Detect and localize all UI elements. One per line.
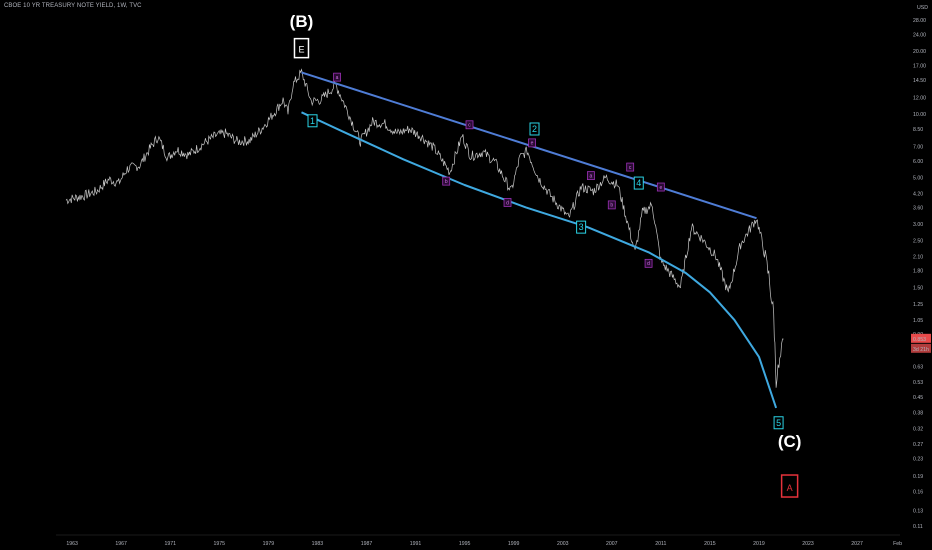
x-tick-label: 1999 bbox=[508, 541, 520, 547]
y-tick-label: 1.50 bbox=[913, 285, 923, 291]
y-tick-label: 14.50 bbox=[913, 78, 926, 84]
y-tick-label: 3.60 bbox=[913, 205, 923, 211]
x-tick-label: 1983 bbox=[312, 541, 324, 547]
y-tick-label: 0.45 bbox=[913, 395, 923, 401]
y-tick-label: 4.20 bbox=[913, 191, 923, 197]
y-tick-label: 2.50 bbox=[913, 239, 923, 245]
y-tick-label: 0.16 bbox=[913, 490, 923, 496]
x-tick-label: 1987 bbox=[361, 541, 373, 547]
wave-c-label: (C) bbox=[778, 432, 802, 451]
x-tick-label: 1975 bbox=[214, 541, 226, 547]
impulse-label: 4 bbox=[636, 178, 641, 188]
y-tick-label: 0.23 bbox=[913, 456, 923, 462]
last-price-text: 0.853 bbox=[913, 337, 926, 343]
y-tick-label: 0.11 bbox=[913, 524, 923, 530]
wave-b-label: (B) bbox=[290, 12, 314, 31]
wave-e-label: E bbox=[298, 45, 304, 55]
x-tick-label: 1971 bbox=[164, 541, 176, 547]
y-tick-label: 0.38 bbox=[913, 411, 923, 417]
subwave-label: a bbox=[336, 75, 339, 81]
x-tick-label: 2011 bbox=[655, 541, 666, 547]
impulse-label: 5 bbox=[776, 418, 781, 428]
x-tick-label: 2003 bbox=[557, 541, 569, 547]
y-tick-label: 1.80 bbox=[913, 269, 923, 275]
x-tick-label: 2015 bbox=[704, 541, 716, 547]
x-tick-label: Feb bbox=[893, 541, 902, 547]
x-tick-label: 2027 bbox=[851, 541, 863, 547]
impulse-label: 3 bbox=[579, 222, 584, 232]
y-tick-label: 2.10 bbox=[913, 255, 923, 261]
subwave-label: e bbox=[659, 185, 662, 191]
x-tick-label: 1991 bbox=[410, 541, 422, 547]
y-tick-label: 5.00 bbox=[913, 175, 923, 181]
y-tick-label: 10.00 bbox=[913, 112, 926, 118]
chart-canvas[interactable]: (B)E(C)A12345abcdeabcde 28.0024.0020.001… bbox=[0, 0, 932, 550]
axis-layer: 28.00 24.00 20.00 17.00 14.50 12.00 10.00 8.50 7… bbox=[56, 0, 932, 550]
subwave-label: b bbox=[610, 203, 613, 209]
subwave-label: d bbox=[506, 200, 509, 206]
y-tick-label: 12.00 bbox=[913, 96, 926, 102]
y-tick-label: 0.19 bbox=[913, 474, 923, 480]
annotation-layer: (B)E(C)A12345abcdeabcde bbox=[290, 12, 802, 498]
y-tick-label: 0.53 bbox=[913, 380, 923, 386]
wave-a-label: A bbox=[787, 483, 793, 493]
y-tick-label: 0.27 bbox=[913, 442, 923, 448]
y-tick-label: 7.00 bbox=[913, 145, 923, 151]
impulse-label: 1 bbox=[310, 116, 315, 126]
y-tick-label: 8.50 bbox=[913, 127, 923, 133]
price-line bbox=[65, 68, 784, 388]
y-tick-label: 17.00 bbox=[913, 64, 926, 70]
y-tick-label: 3.00 bbox=[913, 222, 923, 228]
x-tick-label: 1995 bbox=[459, 541, 471, 547]
impulse-label: 2 bbox=[532, 124, 537, 134]
x-tick-label: 2007 bbox=[606, 541, 618, 547]
y-tick-label: 0.32 bbox=[913, 426, 923, 432]
subwave-label: b bbox=[445, 179, 448, 185]
y-tick-label: 0.63 bbox=[913, 364, 923, 370]
y-tick-label: 1.05 bbox=[913, 318, 923, 324]
y-tick-label: 20.00 bbox=[913, 49, 926, 55]
y-tick-label: 28.00 bbox=[913, 18, 926, 24]
lower-support-curve bbox=[301, 111, 778, 409]
subwave-label: a bbox=[590, 173, 593, 179]
subwave-label: e bbox=[531, 141, 534, 147]
subwave-label: d bbox=[647, 261, 650, 267]
y-tick-label: 24.00 bbox=[913, 32, 926, 38]
y-tick-label: 6.00 bbox=[913, 159, 923, 165]
x-tick-label: 2023 bbox=[802, 541, 814, 547]
x-tick-label: 1979 bbox=[263, 541, 275, 547]
x-tick-label: 1967 bbox=[115, 541, 127, 547]
y-tick-label: 0.13 bbox=[913, 509, 923, 515]
currency-label: USD bbox=[917, 5, 928, 11]
y-tick-label: 1.25 bbox=[913, 302, 923, 308]
price-series-layer bbox=[65, 68, 784, 388]
x-tick-label: 2019 bbox=[753, 541, 765, 547]
countdown-text: 3d 21h bbox=[913, 347, 929, 353]
x-tick-label: 1963 bbox=[66, 541, 78, 547]
